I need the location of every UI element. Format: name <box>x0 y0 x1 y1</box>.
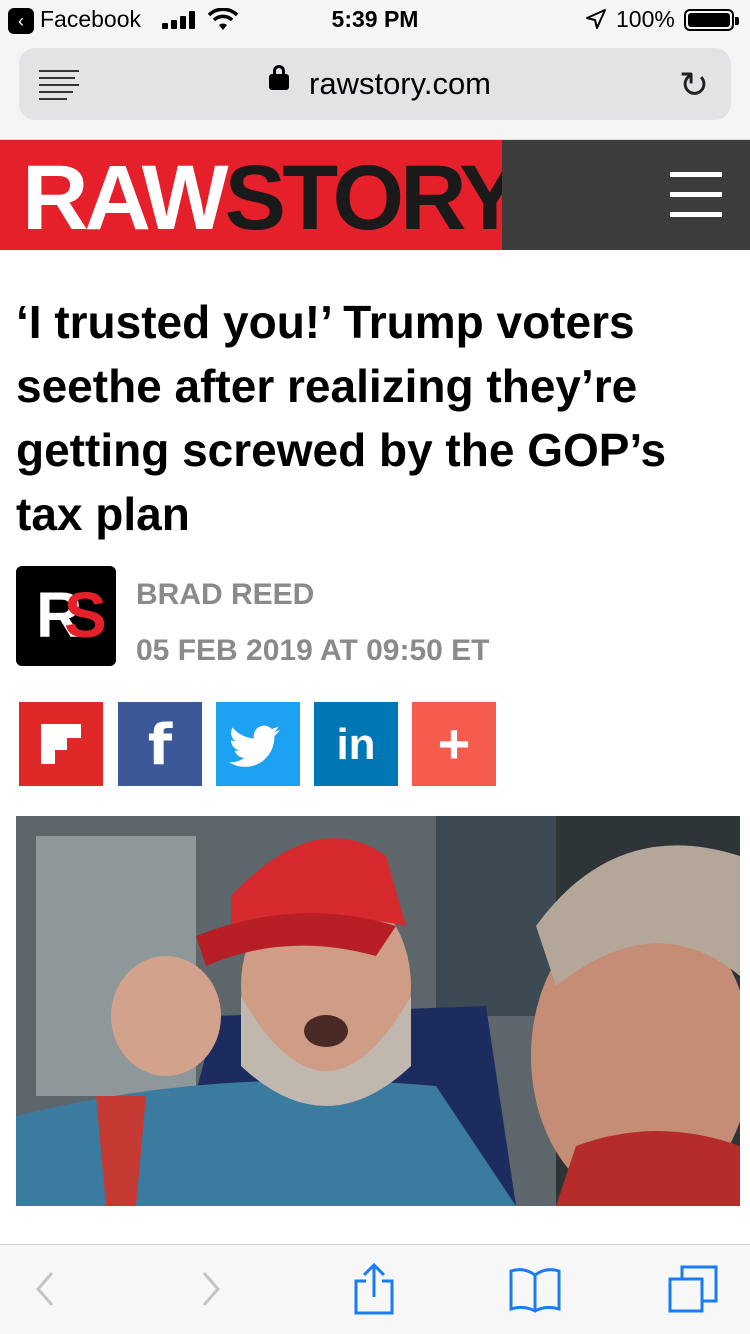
author-name[interactable]: BRAD REED <box>136 578 314 612</box>
bookmarks-icon[interactable] <box>508 1265 562 1313</box>
battery-icon <box>684 9 739 31</box>
linkedin-icon: in <box>336 720 376 769</box>
address-bar[interactable]: rawstory.com ↻ <box>19 48 731 120</box>
battery-percentage: 100% <box>616 6 675 32</box>
twitter-icon <box>228 725 280 767</box>
more-share-button[interactable]: + <box>412 702 496 786</box>
hero-photo <box>16 816 740 1206</box>
url-domain[interactable]: rawstory.com <box>309 66 491 102</box>
facebook-icon: f <box>147 713 173 778</box>
twitter-share-button[interactable] <box>216 702 300 786</box>
status-bar: ‹ Facebook 5:39 PM 100% <box>0 0 750 40</box>
reader-view-icon[interactable] <box>39 70 79 105</box>
facebook-share-button[interactable]: f <box>118 702 202 786</box>
publish-date: 05 FEB 2019 AT 09:50 ET <box>136 634 490 667</box>
share-icon[interactable] <box>352 1261 396 1317</box>
hamburger-menu-button[interactable] <box>502 140 750 250</box>
site-logo[interactable]: RAWSTORY <box>0 140 520 250</box>
browser-toolbar <box>0 1244 750 1334</box>
linkedin-share-button[interactable]: in <box>314 702 398 786</box>
flipboard-share-button[interactable] <box>19 702 103 786</box>
logo-text: RAWSTORY <box>22 147 520 249</box>
browser-address-area: rawstory.com ↻ <box>0 40 750 140</box>
lock-icon <box>269 65 289 90</box>
article-hero-image[interactable] <box>16 816 740 1206</box>
forward-icon[interactable] <box>196 1267 226 1311</box>
author-avatar[interactable]: R S <box>16 566 116 666</box>
plus-icon: + <box>437 712 471 775</box>
article-headline: ‘I trusted you!’ Trump voters seethe aft… <box>16 296 667 540</box>
reload-icon[interactable]: ↻ <box>679 64 709 106</box>
location-arrow-icon <box>586 9 606 29</box>
site-header: RAWSTORY <box>0 140 750 250</box>
tabs-icon[interactable] <box>666 1263 720 1317</box>
menu-icon <box>670 172 722 177</box>
back-icon[interactable] <box>30 1267 60 1311</box>
